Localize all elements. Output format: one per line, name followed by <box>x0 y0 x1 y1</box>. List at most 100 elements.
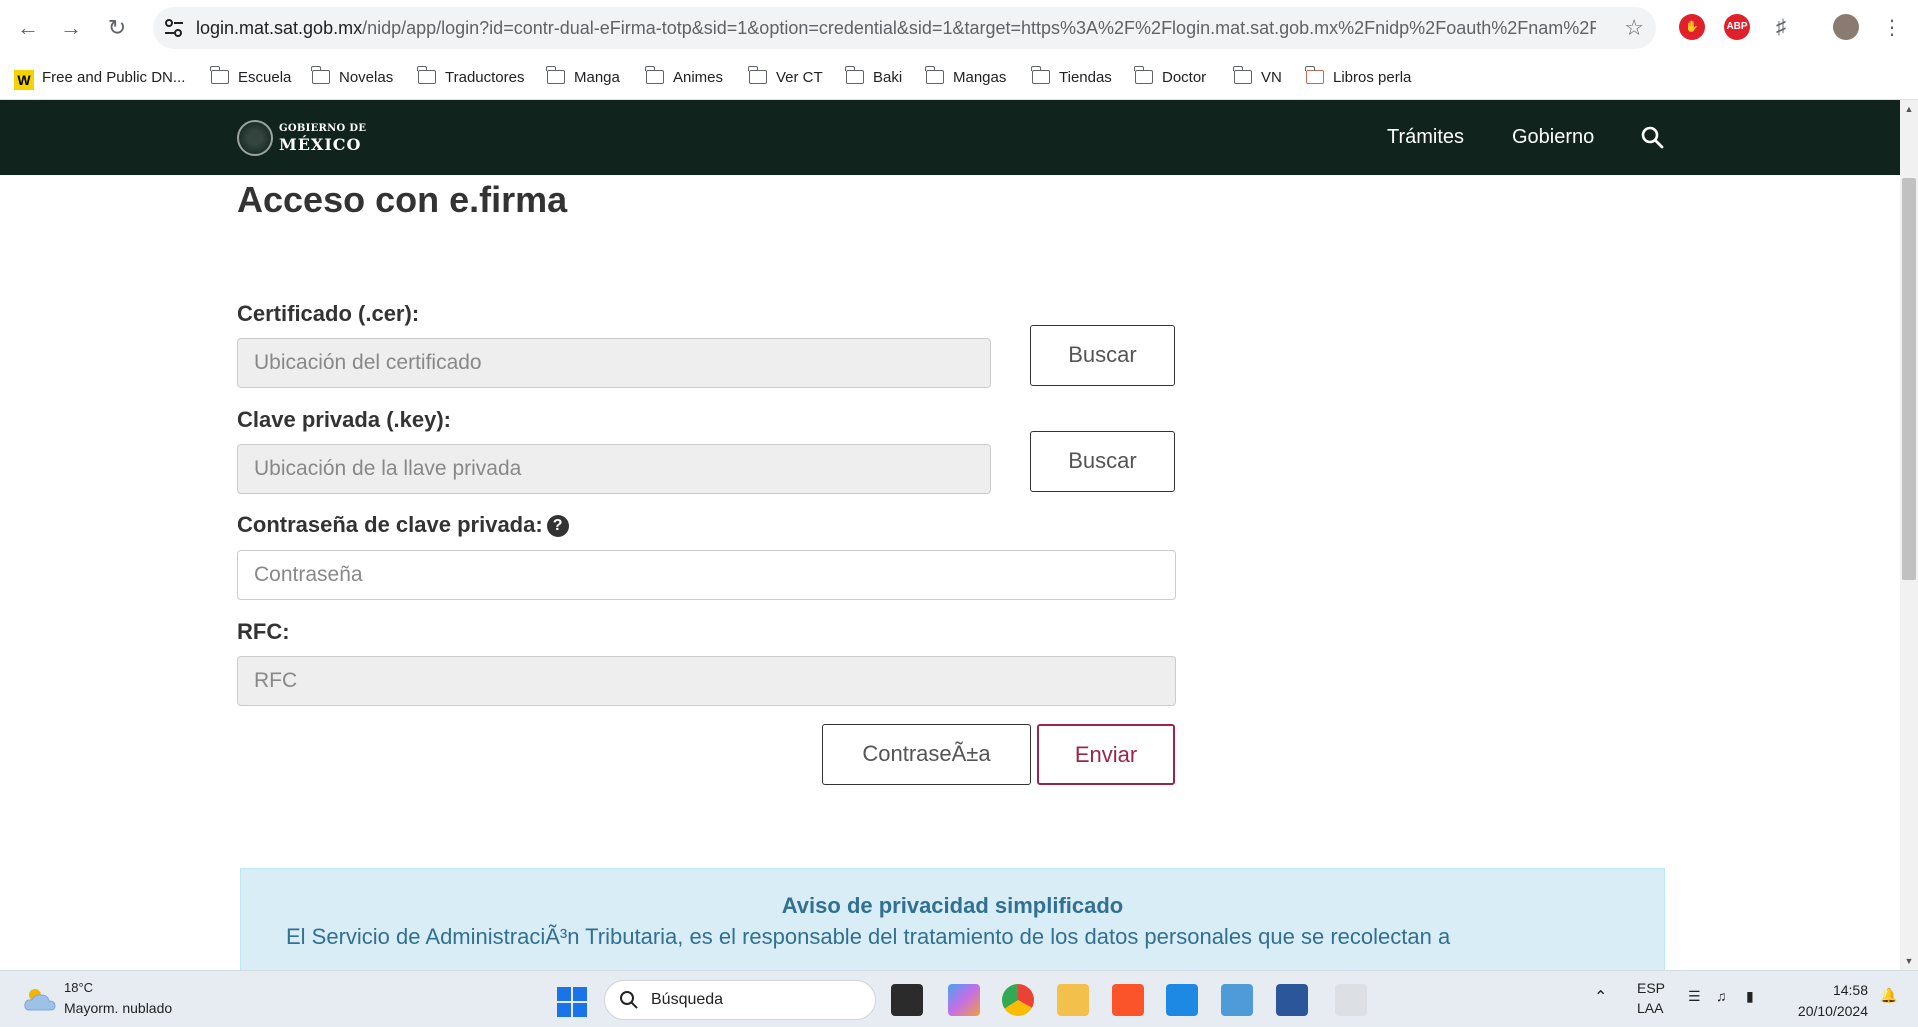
help-question-icon[interactable]: ? <box>546 515 569 537</box>
bookmark-label: Manga <box>574 69 620 86</box>
bookmark-folder-vn[interactable]: VN <box>1233 66 1282 90</box>
w-logo-icon: W <box>14 70 34 90</box>
bookmark-folder-traductores[interactable]: Traductores <box>417 66 525 90</box>
bookmark-label: Escuela <box>238 69 292 86</box>
password-label: Contraseña de clave privada: <box>237 512 543 537</box>
bookmarks-bar: W Free and Public DN... Escuela Novelas T… <box>0 56 1918 100</box>
private-key-input[interactable]: Ubicación de la llave privada <box>237 444 991 494</box>
book-icon <box>1305 66 1324 84</box>
bookmark-star-icon[interactable]: ☆ <box>1624 15 1644 41</box>
extensions-puzzle-icon[interactable]: ♯ <box>1768 14 1794 40</box>
bookmark-label: Traductores <box>445 69 525 86</box>
folder-icon <box>1134 66 1153 84</box>
privacy-text: El Servicio de AdministraciÃ³n Tributari… <box>286 924 1451 949</box>
page-scrollbar[interactable]: ▲ ▼ <box>1900 100 1918 970</box>
folder-icon <box>925 66 944 84</box>
bookmark-folder-baki[interactable]: Baki <box>845 66 903 90</box>
send-button[interactable]: Enviar <box>1037 724 1175 785</box>
logo-line2: MÉXICO <box>279 135 362 154</box>
url-path: /nidp/app/login?id=contr-dual-eFirma-tot… <box>362 18 1596 38</box>
bookmark-folder-mangas[interactable]: Mangas <box>925 66 1007 90</box>
gobierno-mexico-logo[interactable]: GOBIERNO DE MÉXICO <box>237 118 367 158</box>
browse-certificate-button[interactable]: Buscar <box>1030 325 1175 386</box>
bookmark-folder-animes[interactable]: Animes <box>645 66 724 90</box>
bookmark-label: Animes <box>673 69 724 86</box>
address-bar[interactable]: login.mat.sat.gob.mx/nidp/app/login?id=c… <box>153 7 1656 49</box>
notification-bell-icon[interactable]: 🔔 <box>1880 987 1897 1004</box>
folder-icon <box>417 66 436 84</box>
rfc-input[interactable]: RFC <box>237 656 1176 706</box>
bookmark-label: Baki <box>873 69 903 86</box>
nav-tramites[interactable]: Trámites <box>1387 126 1464 149</box>
bookmark-label: Libros perla <box>1333 69 1412 86</box>
folder-icon <box>1233 66 1252 84</box>
temperature[interactable]: 18°C <box>64 980 93 995</box>
nav-gobierno[interactable]: Gobierno <box>1512 126 1594 149</box>
menu-kebab-icon[interactable]: ⋮ <box>1876 12 1908 44</box>
vscode-icon[interactable] <box>1166 984 1198 1016</box>
adblock-plus-icon[interactable]: ABP <box>1724 14 1750 40</box>
language-bottom[interactable]: LAA <box>1637 1000 1663 1016</box>
abp-label: ABP <box>1726 21 1748 32</box>
tray-chevron-up-icon[interactable]: ⌃ <box>1594 987 1607 1007</box>
battery-icon[interactable]: ▮ <box>1746 988 1754 1005</box>
bookmark-free-dns[interactable]: W Free and Public DN... <box>14 66 185 90</box>
bookmark-label: VN <box>1261 69 1282 86</box>
volume-icon[interactable]: ♫ <box>1716 988 1727 1004</box>
cloudy-weather-icon[interactable] <box>22 986 58 1012</box>
clock-date: 20/10/2024 <box>1797 1003 1868 1019</box>
folder-icon <box>210 66 229 84</box>
folder-icon <box>748 66 767 84</box>
bookmark-label: Ver CT <box>776 69 823 86</box>
weather-description[interactable]: Mayorm. nublado <box>64 1000 172 1016</box>
brave-icon[interactable] <box>1112 984 1144 1016</box>
browse-key-button[interactable]: Buscar <box>1030 431 1175 492</box>
privacy-title: Aviso de privacidad simplificado <box>781 893 1124 918</box>
word-icon[interactable] <box>1276 984 1308 1016</box>
scroll-thumb[interactable] <box>1902 178 1916 580</box>
folder-icon <box>845 66 864 84</box>
profile-avatar[interactable] <box>1833 14 1859 40</box>
taskbar-search[interactable]: Búsqueda <box>604 980 876 1020</box>
password-input[interactable]: Contraseña <box>237 550 1176 600</box>
folder-icon <box>645 66 664 84</box>
url-text[interactable]: login.mat.sat.gob.mx/nidp/app/login?id=c… <box>196 18 1596 39</box>
scroll-up-arrow-icon[interactable]: ▲ <box>1900 100 1918 118</box>
back-arrow-icon[interactable]: ← <box>12 12 44 44</box>
bookmark-folder-doctor[interactable]: Doctor <box>1134 66 1206 90</box>
task-view-icon[interactable] <box>891 984 923 1016</box>
clock[interactable]: 14:58 20/10/2024 <box>1778 980 1868 1022</box>
bookmark-folder-escuela[interactable]: Escuela <box>210 66 292 90</box>
folder-icon <box>1031 66 1050 84</box>
page-title: Acceso con e.firma <box>237 179 568 220</box>
language-top[interactable]: ESP <box>1637 980 1665 996</box>
bookmark-libros-perla[interactable]: Libros perla <box>1305 66 1412 90</box>
copilot-icon[interactable] <box>948 984 980 1016</box>
bookmark-folder-tiendas[interactable]: Tiendas <box>1031 66 1112 90</box>
search-icon[interactable] <box>1640 125 1664 149</box>
chrome-icon[interactable] <box>1002 984 1034 1016</box>
file-explorer-icon[interactable] <box>1057 984 1089 1016</box>
scroll-down-arrow-icon[interactable]: ▼ <box>1900 952 1918 970</box>
certificate-input[interactable]: Ubicación del certificado <box>237 338 991 388</box>
bookmark-folder-novelas[interactable]: Novelas <box>311 66 393 90</box>
snipping-tool-icon[interactable] <box>1335 984 1367 1016</box>
search-label: Búsqueda <box>651 991 724 1008</box>
notepad-icon[interactable] <box>1221 984 1253 1016</box>
site-settings-icon[interactable] <box>161 16 187 40</box>
bookmark-folder-manga[interactable]: Manga <box>546 66 620 90</box>
password-label-row: Contraseña de clave privada:? <box>237 512 569 538</box>
bookmark-folder-ver-ct[interactable]: Ver CT <box>748 66 823 90</box>
adblock-stop-icon[interactable]: ✋ <box>1679 14 1705 40</box>
logo-line1: GOBIERNO DE <box>279 123 367 134</box>
bookmark-label: Mangas <box>953 69 1007 86</box>
search-icon <box>620 991 638 1009</box>
forward-arrow-icon[interactable]: → <box>55 12 87 44</box>
reload-icon[interactable]: ↻ <box>101 12 133 44</box>
bookmark-label: Free and Public DN... <box>42 69 186 86</box>
certificate-label: Certificado (.cer): <box>237 301 420 326</box>
folder-icon <box>311 66 330 84</box>
windows-start-icon[interactable] <box>557 987 587 1017</box>
change-password-button[interactable]: ContraseÃ±a <box>822 724 1031 785</box>
wifi-icon[interactable]: ☰ <box>1688 988 1701 1005</box>
